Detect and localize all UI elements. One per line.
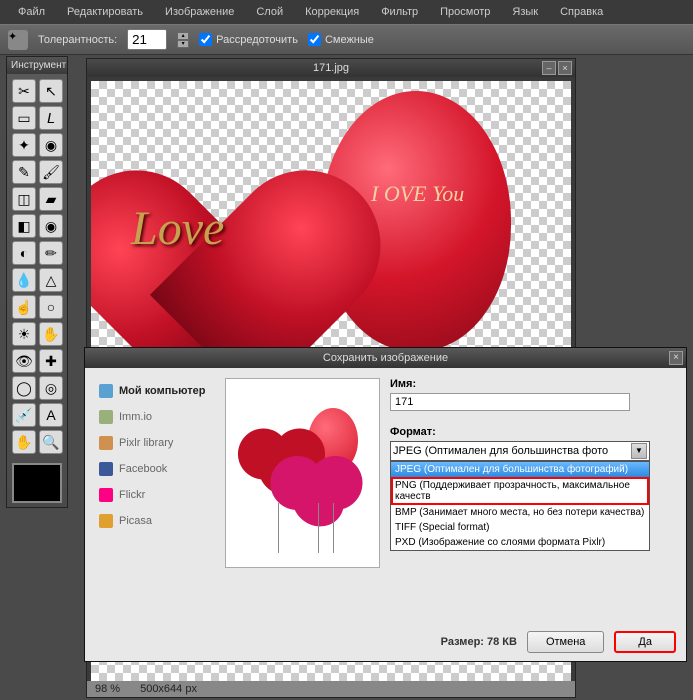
dest-flickr[interactable]: Flickr	[95, 482, 215, 508]
tool-burn[interactable]: ✋	[39, 322, 63, 346]
dest-icon	[99, 488, 113, 502]
format-option[interactable]: PXD (Изображение со слоями формата Pixlr…	[391, 535, 649, 550]
file-size-label: Размер: 78 КВ	[441, 636, 517, 648]
dest-pixlr-library[interactable]: Pixlr library	[95, 430, 215, 456]
menu-коррекция[interactable]: Коррекция	[295, 3, 369, 21]
menu-bar: ФайлРедактироватьИзображениеСлойКоррекци…	[0, 0, 693, 24]
tool-crop[interactable]: ✂	[12, 79, 36, 103]
dest-icon	[99, 410, 113, 424]
feather-checkbox[interactable]: Рассредоточить	[199, 33, 298, 46]
dialog-titlebar[interactable]: Сохранить изображение ×	[85, 348, 686, 368]
destination-list: Мой компьютерImm.ioPixlr libraryFacebook…	[95, 378, 215, 568]
toolbox-title: Инструмент	[7, 57, 67, 74]
tool-move[interactable]: ↖	[39, 79, 63, 103]
menu-изображение[interactable]: Изображение	[155, 3, 244, 21]
dest-мой-компьютер[interactable]: Мой компьютер	[95, 378, 215, 404]
wand-icon: ✦	[8, 30, 28, 50]
zoom-level: 98 %	[95, 683, 120, 695]
contiguous-checkbox[interactable]: Смежные	[308, 33, 374, 46]
tool-pencil[interactable]: ✎	[12, 160, 36, 184]
canvas-dimensions: 500x644 px	[140, 683, 197, 695]
tool-sponge[interactable]: ○	[39, 295, 63, 319]
tolerance-label: Толерантность:	[38, 34, 117, 46]
dest-facebook[interactable]: Facebook	[95, 456, 215, 482]
tool-bloat[interactable]: ◯	[12, 376, 36, 400]
tolerance-input[interactable]	[127, 29, 167, 50]
tool-smudge[interactable]: ☝	[12, 295, 36, 319]
tolerance-spinner[interactable]: ▴▾	[177, 32, 189, 48]
status-bar: 98 % 500x644 px	[87, 681, 575, 697]
tool-marquee[interactable]: ▭	[12, 106, 36, 130]
dest-icon	[99, 514, 113, 528]
tool-lasso[interactable]: 𝘓	[39, 106, 63, 130]
tool-draw[interactable]: ✏	[39, 241, 63, 265]
menu-справка[interactable]: Справка	[550, 3, 613, 21]
format-dropdown-list: JPEG (Оптимален для большинства фотограф…	[390, 461, 650, 551]
toolbox-panel: Инструмент ✂↖▭𝘓✦◉✎🖌◫▰◧◉◐✏💧△☝○☀✋👁✚◯◎💉A✋🔍	[6, 56, 68, 508]
dest-picasa[interactable]: Picasa	[95, 508, 215, 534]
tool-zoom[interactable]: 🔍	[39, 430, 63, 454]
menu-редактировать[interactable]: Редактировать	[57, 3, 153, 21]
close-icon[interactable]: ×	[669, 351, 683, 365]
format-option[interactable]: JPEG (Оптимален для большинства фотограф…	[391, 462, 649, 477]
image-preview	[225, 378, 380, 568]
tool-pinch[interactable]: ◎	[39, 376, 63, 400]
close-icon[interactable]: ×	[558, 61, 572, 75]
name-input[interactable]	[390, 393, 630, 411]
menu-слой[interactable]: Слой	[246, 3, 293, 21]
menu-файл[interactable]: Файл	[8, 3, 55, 21]
love-text: Love	[131, 201, 224, 256]
tool-blur[interactable]: 💧	[12, 268, 36, 292]
tool-hand[interactable]: ✋	[12, 430, 36, 454]
menu-язык[interactable]: Язык	[502, 3, 548, 21]
save-dialog: Сохранить изображение × Мой компьютерImm…	[84, 347, 687, 662]
menu-просмотр[interactable]: Просмотр	[430, 3, 500, 21]
tool-brush[interactable]: 🖌	[39, 160, 63, 184]
dest-icon	[99, 384, 113, 398]
tool-picker[interactable]: 💉	[12, 403, 36, 427]
dest-icon	[99, 436, 113, 450]
tool-bucket[interactable]: ▰	[39, 187, 63, 211]
cancel-button[interactable]: Отмена	[527, 631, 604, 653]
tool-sharpen[interactable]: △	[39, 268, 63, 292]
tool-gradient[interactable]: ◧	[12, 214, 36, 238]
dest-icon	[99, 462, 113, 476]
color-swatch[interactable]	[12, 463, 62, 503]
tool-spot[interactable]: ✚	[39, 349, 63, 373]
tool-type[interactable]: A	[39, 403, 63, 427]
dest-imm.io[interactable]: Imm.io	[95, 404, 215, 430]
tool-replace[interactable]: ◐	[12, 241, 36, 265]
format-option[interactable]: TIFF (Special format)	[391, 520, 649, 535]
format-option[interactable]: PNG (Поддерживает прозрачность, максимал…	[391, 477, 649, 505]
tool-redeye[interactable]: 👁	[12, 349, 36, 373]
tool-clone[interactable]: ◉	[39, 214, 63, 238]
name-label: Имя:	[390, 378, 676, 390]
tool-quick-select[interactable]: ◉	[39, 133, 63, 157]
options-toolbar: ✦ Толерантность: ▴▾ Рассредоточить Смежн…	[0, 24, 693, 55]
chevron-down-icon[interactable]: ▼	[631, 443, 647, 459]
tool-dodge[interactable]: ☀	[12, 322, 36, 346]
format-option[interactable]: BMP (Занимает много места, но без потери…	[391, 505, 649, 520]
tool-eraser[interactable]: ◫	[12, 187, 36, 211]
ok-button[interactable]: Да	[614, 631, 676, 653]
format-label: Формат:	[390, 426, 676, 438]
tool-wand[interactable]: ✦	[12, 133, 36, 157]
format-select[interactable]: JPEG (Оптимален для большинства фото ▼	[390, 441, 650, 461]
minimize-icon[interactable]: –	[542, 61, 556, 75]
menu-фильтр[interactable]: Фильтр	[371, 3, 428, 21]
canvas-titlebar[interactable]: 171.jpg –×	[87, 59, 575, 77]
